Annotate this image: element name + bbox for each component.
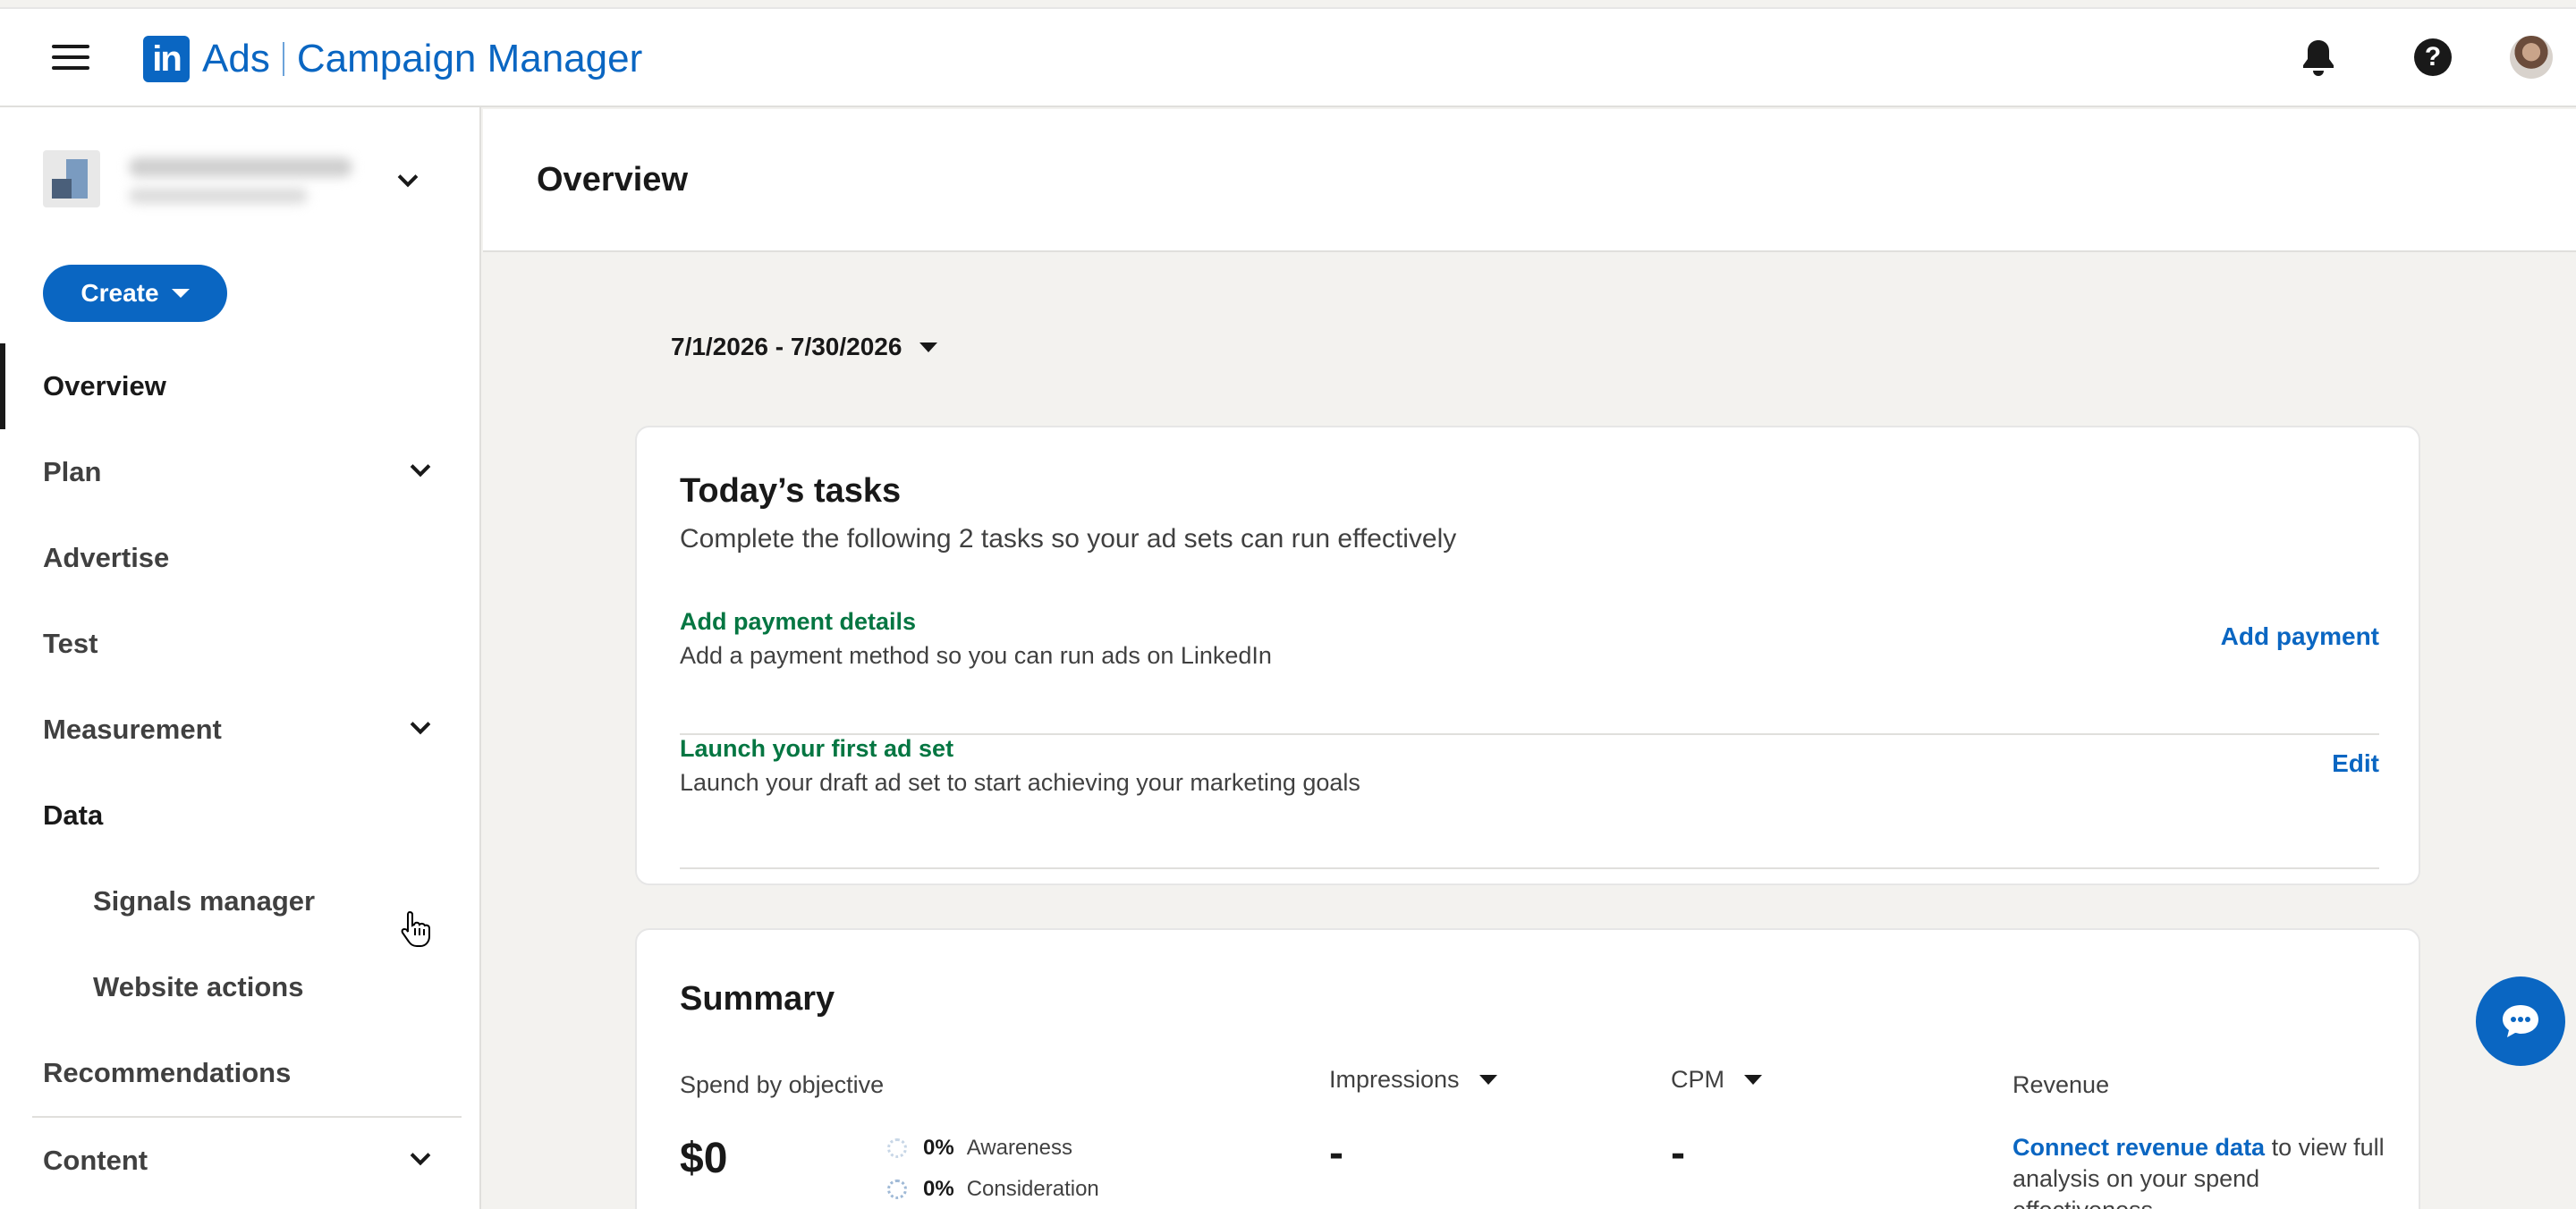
chevron-down-icon <box>395 166 420 191</box>
task-row: Launch your first ad set Launch your dra… <box>680 735 2379 869</box>
summary-card: Summary Spend by objective $0 0% Awarene… <box>635 928 2420 1209</box>
linkedin-logo: in <box>143 36 190 82</box>
sidebar-item-label: Measurement <box>43 714 222 745</box>
sidebar-item-plan[interactable]: Plan <box>0 429 479 515</box>
account-name-redacted <box>129 157 388 207</box>
cpm-value: - <box>1671 1129 1685 1177</box>
date-range-label: 7/1/2026 - 7/30/2026 <box>671 333 902 360</box>
sidebar-item-label: Overview <box>43 370 166 402</box>
sidebar-item-label: Plan <box>43 456 102 487</box>
cpm-dropdown[interactable]: CPM <box>1671 1066 1762 1094</box>
brand-logo[interactable]: in Ads Campaign Manager <box>143 36 642 82</box>
help-icon[interactable]: ? <box>2411 36 2454 79</box>
chevron-down-icon <box>408 1145 433 1170</box>
sidebar-item-advertise[interactable]: Advertise <box>0 515 479 601</box>
create-button[interactable]: Create <box>43 265 227 322</box>
sidebar-item-content[interactable]: Content <box>0 1118 479 1204</box>
objective-consideration: 0% Consideration <box>887 1177 1099 1202</box>
sidebar-item-test[interactable]: Test <box>0 601 479 687</box>
caret-down-icon <box>1744 1075 1762 1085</box>
connect-revenue-link[interactable]: Connect revenue data <box>2012 1134 2265 1161</box>
tasks-subtitle: Complete the following 2 tasks so your a… <box>680 524 1457 554</box>
sidebar-item-overview[interactable]: Overview <box>0 343 479 429</box>
caret-down-icon <box>1479 1075 1497 1085</box>
sidebar-item-measurement[interactable]: Measurement <box>0 687 479 773</box>
sidebar-item-label: Website actions <box>93 971 304 1002</box>
task-description: Launch your draft ad set to start achiev… <box>680 769 1360 796</box>
top-header: in Ads Campaign Manager ? <box>0 0 2576 107</box>
revenue-message: Connect revenue data to view full analys… <box>2012 1134 2385 1209</box>
avatar[interactable] <box>2510 36 2553 79</box>
menu-icon[interactable] <box>52 45 89 70</box>
edit-button[interactable]: Edit <box>2332 749 2379 778</box>
sidebar-item-website-actions[interactable]: Website actions <box>0 944 479 1030</box>
sidebar-nav: Overview Plan Advertise Test Measurement… <box>0 343 479 1204</box>
chat-icon <box>2503 1005 2538 1037</box>
sidebar-item-label: Content <box>43 1145 148 1176</box>
spend-label: Spend by objective <box>680 1071 885 1098</box>
task-row: Add payment details Add a payment method… <box>680 601 2379 735</box>
sidebar-item-label: Recommendations <box>43 1057 292 1088</box>
sidebar-item-label: Data <box>43 799 104 831</box>
impressions-value: - <box>1329 1129 1343 1177</box>
brand-ads-label: Ads <box>202 37 270 80</box>
task-description: Add a payment method so you can run ads … <box>680 642 1272 669</box>
caret-down-icon <box>171 289 190 298</box>
sidebar-item-data[interactable]: Data <box>0 773 479 858</box>
brand-separator <box>282 42 284 76</box>
page-title: Overview <box>537 161 688 199</box>
donut-icon <box>887 1179 907 1199</box>
chevron-down-icon <box>408 456 433 481</box>
brand-product-label: Campaign Manager <box>296 37 643 80</box>
tasks-card: Today’s tasks Complete the following 2 t… <box>635 426 2420 885</box>
objective-awareness: 0% Awareness <box>887 1136 1072 1161</box>
revenue-label: Revenue <box>2012 1071 2110 1098</box>
summary-title: Summary <box>680 980 835 1018</box>
account-image <box>43 150 100 207</box>
hand-cursor-icon <box>401 910 430 947</box>
chat-button[interactable] <box>2476 976 2565 1066</box>
sidebar-item-recommendations[interactable]: Recommendations <box>0 1030 479 1116</box>
task-title-link[interactable]: Add payment details <box>680 608 916 636</box>
bell-icon[interactable] <box>2297 36 2340 79</box>
sidebar-item-label: Signals manager <box>93 885 316 917</box>
sidebar-item-label: Test <box>43 628 98 659</box>
donut-icon <box>887 1138 907 1158</box>
add-payment-button[interactable]: Add payment <box>2221 622 2379 651</box>
account-selector[interactable] <box>43 150 436 213</box>
date-range-picker[interactable]: 7/1/2026 - 7/30/2026 <box>671 329 938 365</box>
tasks-title: Today’s tasks <box>680 472 902 510</box>
page-header: Overview <box>483 109 2576 252</box>
caret-down-icon <box>919 342 938 352</box>
spend-value: $0 <box>680 1135 728 1182</box>
sidebar-item-label: Advertise <box>43 542 170 573</box>
chevron-down-icon <box>408 714 433 739</box>
create-button-label: Create <box>80 279 159 307</box>
task-title-link[interactable]: Launch your first ad set <box>680 735 953 763</box>
impressions-dropdown[interactable]: Impressions <box>1329 1066 1497 1094</box>
sidebar: Create Overview Plan Advertise Test Meas… <box>0 107 481 1209</box>
